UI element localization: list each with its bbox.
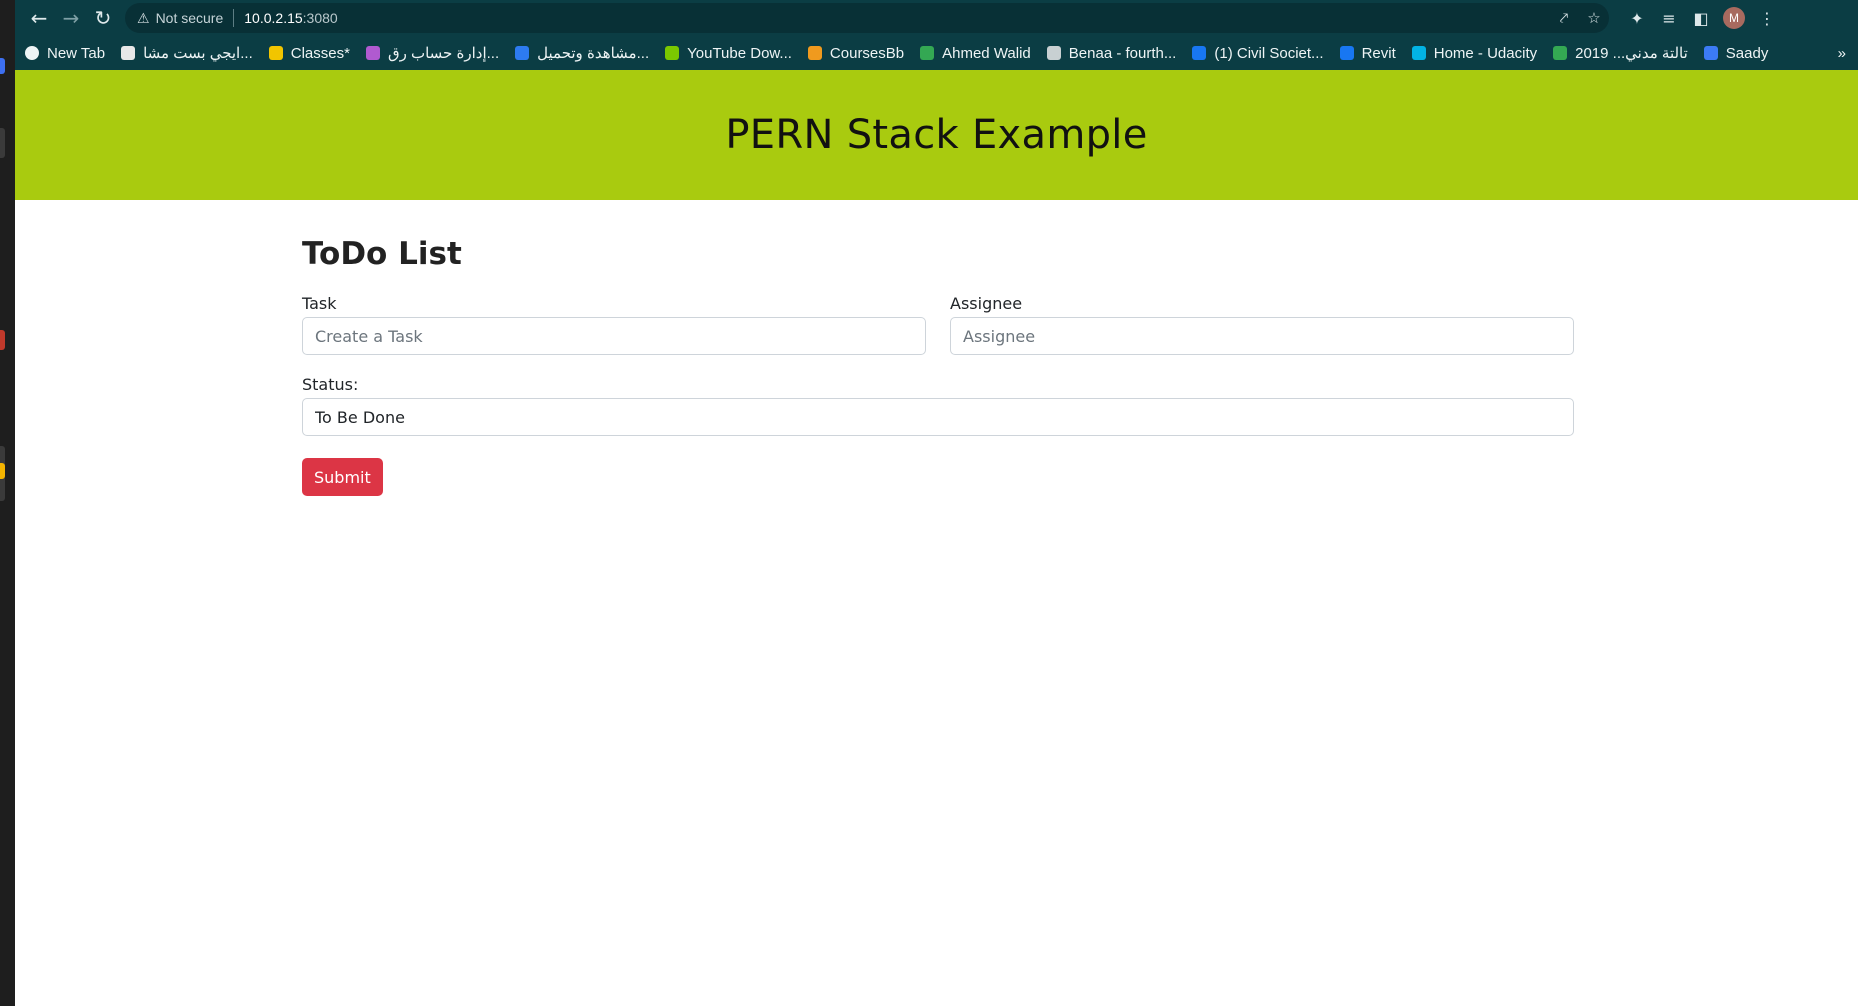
bookmark-item[interactable]: 2019 ...تالتة مدني bbox=[1553, 44, 1688, 62]
bookmark-favicon-icon bbox=[121, 46, 136, 60]
security-label: Not secure bbox=[155, 10, 224, 26]
reading-list-icon[interactable]: ≡ bbox=[1653, 2, 1685, 34]
bookmark-item[interactable]: Benaa - fourth... bbox=[1046, 44, 1177, 62]
bookmark-label: إدارة حساب رق... bbox=[387, 45, 500, 62]
status-label: Status: bbox=[302, 375, 359, 394]
bookmark-favicon-icon bbox=[515, 46, 530, 60]
bookmark-favicon-icon bbox=[365, 46, 380, 60]
bookmark-item[interactable]: New Tab bbox=[25, 45, 105, 62]
bookmark-item[interactable]: Classes* bbox=[268, 44, 350, 62]
bookmark-item[interactable]: YouTube Dow... bbox=[665, 45, 792, 62]
bookmark-item[interactable]: مشاهدة وتحميل... bbox=[515, 44, 649, 62]
url-port: :3080 bbox=[302, 10, 338, 26]
bookmark-item[interactable]: (1) Civil Societ... bbox=[1192, 44, 1324, 62]
warning-icon: ⚠ bbox=[137, 9, 150, 26]
task-label: Task bbox=[302, 294, 337, 313]
bookmark-star-icon[interactable]: ☆ bbox=[1579, 9, 1609, 27]
bookmark-favicon-icon bbox=[268, 46, 283, 60]
profile-avatar[interactable]: M bbox=[1723, 7, 1745, 29]
bookmark-label: Classes* bbox=[290, 44, 350, 62]
bookmark-favicon-icon bbox=[1192, 46, 1207, 60]
bookmark-favicon-icon bbox=[807, 46, 822, 60]
bookmarks-overflow-button[interactable]: » bbox=[1838, 45, 1846, 62]
bookmark-favicon-icon bbox=[1703, 46, 1718, 60]
address-bar[interactable]: ⚠ Not secure 10.0.2.15 :3080 ⤤ ☆ bbox=[125, 3, 1609, 33]
bookmark-item[interactable]: Saady bbox=[1703, 44, 1769, 62]
desktop-dock bbox=[0, 0, 15, 1006]
dock-indicator bbox=[0, 463, 5, 479]
bookmark-label: 2019 ...تالتة مدني bbox=[1575, 45, 1688, 62]
bookmark-label: New Tab bbox=[47, 44, 106, 62]
side-panel-icon[interactable]: ◧ bbox=[1685, 2, 1717, 34]
bookmark-label: CoursesBb bbox=[829, 44, 905, 62]
address-divider bbox=[233, 9, 235, 27]
forward-icon[interactable]: → bbox=[55, 2, 87, 34]
bookmarks-bar: New Tab ايجي بست مشا... Classes* إدارة حساب… bbox=[15, 36, 1858, 70]
bookmark-item[interactable]: Ahmed Walid bbox=[920, 45, 1031, 62]
bookmark-favicon-icon bbox=[665, 46, 680, 60]
bookmark-favicon-icon bbox=[920, 46, 935, 60]
bookmark-label: Home - Udacity bbox=[1433, 44, 1538, 62]
submit-button[interactable]: Submit bbox=[302, 458, 383, 496]
bookmark-label: (1) Civil Societ... bbox=[1214, 44, 1324, 62]
browser-window: ← → ↻ ⚠ Not secure 10.0.2.15 :3080 ⤤ ☆ ✦… bbox=[15, 0, 1858, 1006]
todo-form: ToDo List Task Assignee Status: Submit bbox=[302, 236, 1574, 496]
extensions-icon[interactable]: ✦ bbox=[1621, 2, 1653, 34]
page-title: PERN Stack Example bbox=[725, 112, 1148, 158]
bookmark-label: Saady bbox=[1725, 44, 1769, 62]
todo-heading: ToDo List bbox=[302, 236, 462, 272]
page-header: PERN Stack Example bbox=[15, 70, 1858, 200]
assignee-label: Assignee bbox=[950, 294, 1023, 313]
bookmark-label: مشاهدة وتحميل... bbox=[537, 45, 650, 62]
browser-toolbar: ← → ↻ ⚠ Not secure 10.0.2.15 :3080 ⤤ ☆ ✦… bbox=[15, 0, 1858, 36]
menu-icon[interactable]: ⋮ bbox=[1751, 2, 1783, 34]
bookmark-item[interactable]: ايجي بست مشا... bbox=[121, 44, 253, 62]
bookmark-item[interactable]: إدارة حساب رق... bbox=[365, 44, 500, 62]
bookmark-label: YouTube Dow... bbox=[687, 44, 792, 62]
bookmark-favicon-icon bbox=[1411, 46, 1426, 60]
bookmark-favicon-icon bbox=[1553, 46, 1568, 60]
bookmark-label: Revit bbox=[1361, 44, 1396, 62]
bookmark-item[interactable]: CoursesBb bbox=[807, 44, 905, 62]
url-host: 10.0.2.15 bbox=[244, 10, 303, 26]
dock-indicator bbox=[0, 330, 5, 350]
status-input[interactable] bbox=[302, 398, 1574, 436]
share-icon[interactable]: ⤤ bbox=[1549, 10, 1579, 27]
bookmark-label: Ahmed Walid bbox=[942, 44, 1031, 62]
bookmark-label: ايجي بست مشا... bbox=[143, 45, 253, 62]
bookmark-item[interactable]: Revit bbox=[1339, 44, 1396, 62]
bookmark-favicon-icon bbox=[1046, 46, 1061, 60]
bookmark-favicon-icon bbox=[25, 46, 39, 60]
task-input[interactable] bbox=[302, 317, 926, 355]
reload-icon[interactable]: ↻ bbox=[87, 2, 119, 34]
back-icon[interactable]: ← bbox=[23, 2, 55, 34]
bookmark-label: Benaa - fourth... bbox=[1068, 44, 1177, 62]
bookmark-item[interactable]: Home - Udacity bbox=[1411, 44, 1538, 62]
dock-indicator bbox=[0, 58, 5, 74]
assignee-input[interactable] bbox=[950, 317, 1574, 355]
bookmark-favicon-icon bbox=[1339, 46, 1354, 60]
dock-indicator bbox=[0, 128, 5, 158]
